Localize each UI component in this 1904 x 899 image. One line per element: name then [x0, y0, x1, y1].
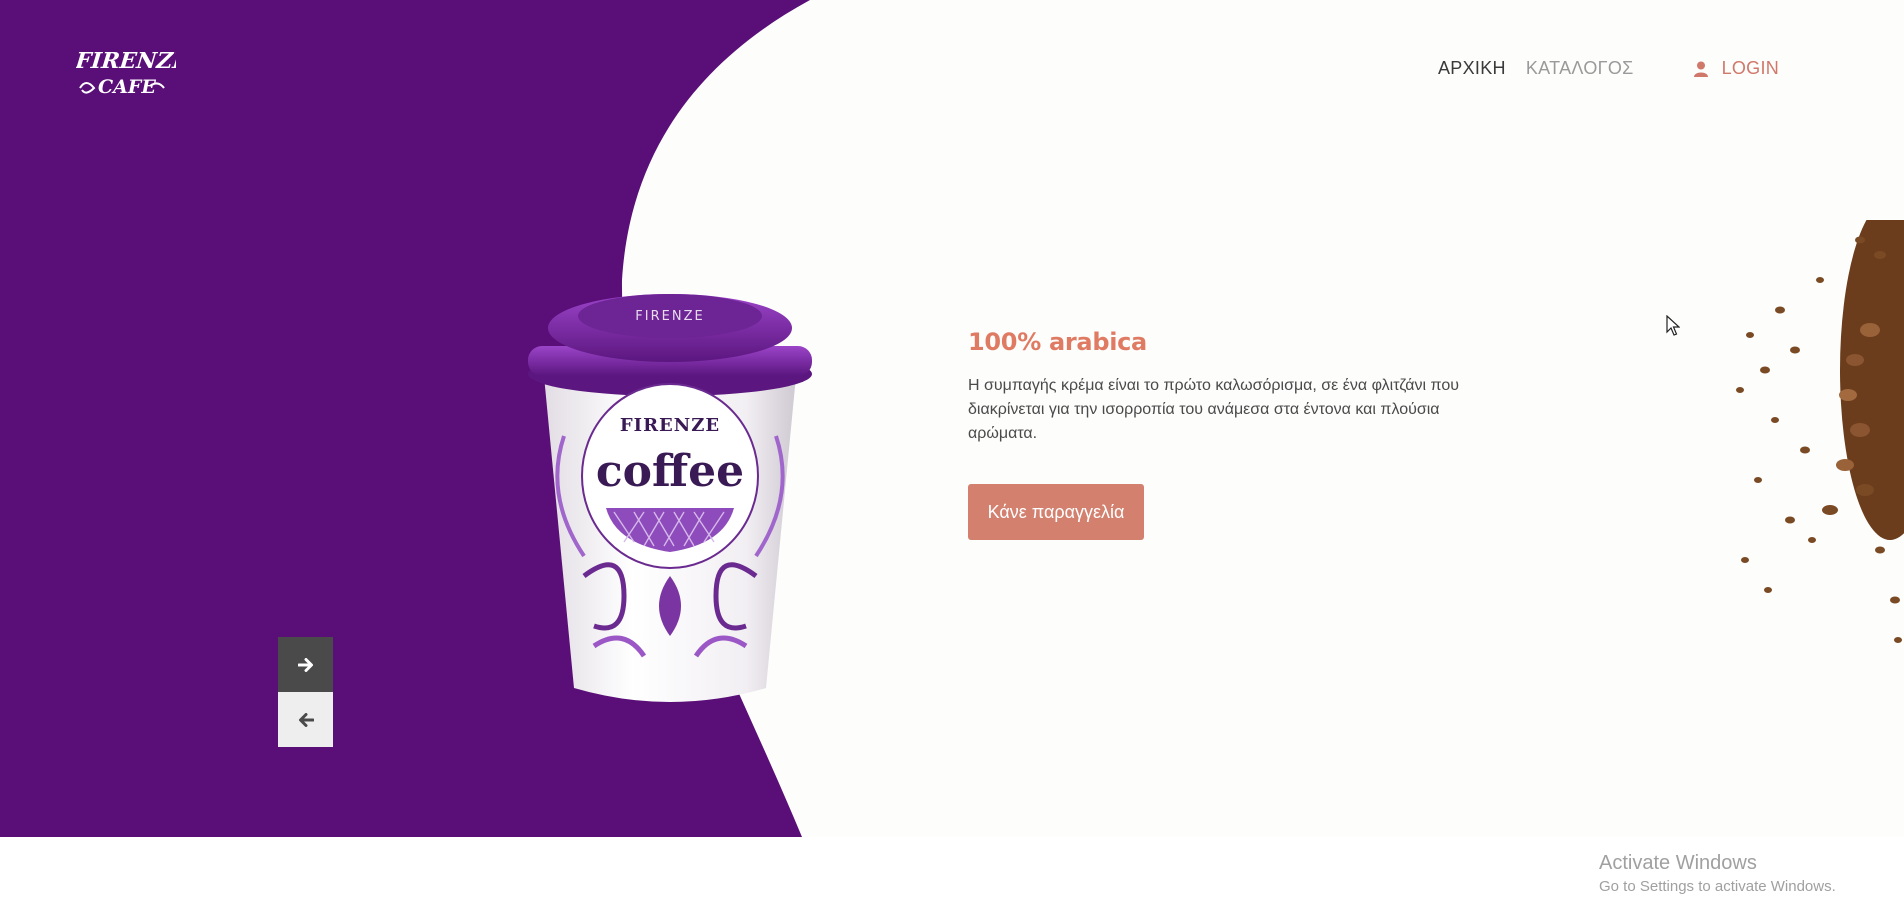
nav-link-home[interactable]: ΑΡΧΙΚΗ	[1438, 58, 1506, 79]
cup-lid-brand: FIRENZE	[635, 309, 704, 324]
nav-link-catalog[interactable]: ΚΑΤΑΛΟΓΟΣ	[1526, 58, 1634, 79]
watermark-subtitle: Go to Settings to activate Windows.	[1599, 878, 1836, 895]
cup-label-brand: FIRENZE	[620, 415, 720, 436]
login-link[interactable]: LOGIN	[1693, 58, 1780, 79]
arrow-right-icon	[297, 657, 313, 672]
arrow-left-icon	[298, 712, 314, 727]
logo-line1: FIRENZE	[76, 48, 176, 74]
slider-prev-button[interactable]	[278, 692, 333, 747]
cup-label-text: coffee	[596, 446, 744, 497]
logo-line2: CAFE	[98, 76, 156, 98]
coffee-beans-image	[1736, 220, 1904, 643]
main-nav: ΑΡΧΙΚΗ ΚΑΤΑΛΟΓΟΣ LOGIN	[1438, 58, 1779, 79]
windows-activation-watermark: Activate Windows Go to Settings to activ…	[1599, 851, 1836, 897]
user-icon	[1693, 61, 1708, 77]
hero-headline: 100% arabica	[968, 328, 1147, 356]
order-button[interactable]: Κάνε παραγγελία	[968, 484, 1144, 540]
hero-section: FIRENZE CAFE ΑΡΧΙΚΗ ΚΑΤΑΛΟΓΟΣ LOGIN FIRE…	[0, 0, 1904, 837]
watermark-title: Activate Windows	[1599, 852, 1757, 874]
hero-content: 100% arabica Η συμπαγής κρέμα είναι το π…	[968, 328, 1488, 540]
slider-next-button[interactable]	[278, 637, 333, 692]
coffee-cup-image: FIRENZE FIRENZE coffee	[528, 294, 812, 702]
mouse-cursor-icon	[1666, 315, 1680, 336]
firenze-cafe-logo[interactable]: FIRENZE CAFE	[76, 38, 176, 108]
login-label: LOGIN	[1721, 58, 1780, 78]
hero-description: Η συμπαγής κρέμα είναι το πρώτο καλωσόρι…	[968, 377, 1459, 442]
